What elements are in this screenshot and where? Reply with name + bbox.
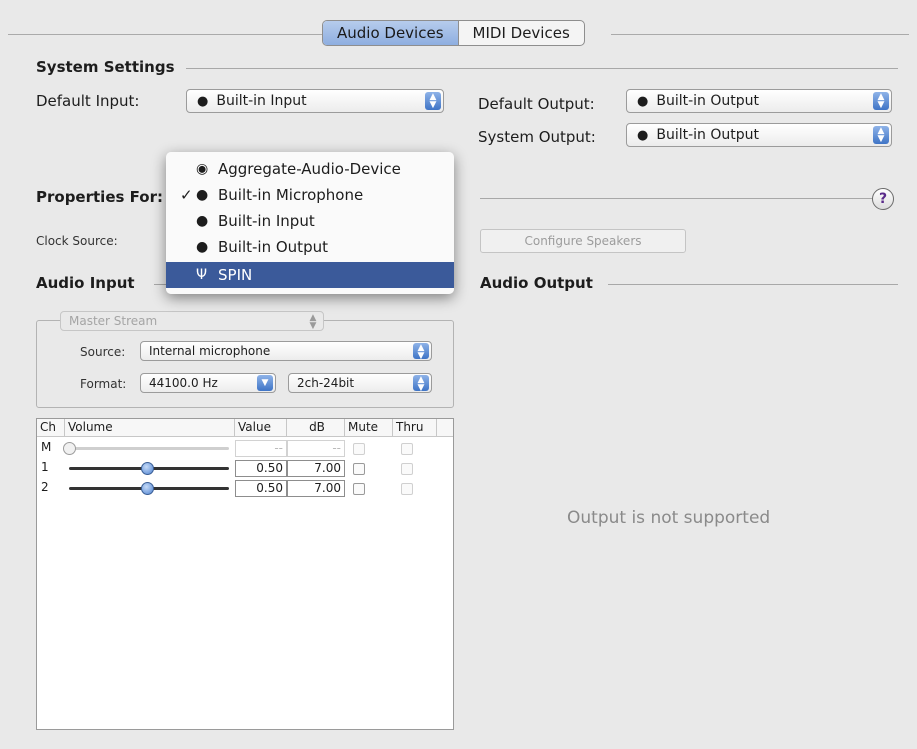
- tab-bar: Audio Devices MIDI Devices: [322, 20, 585, 46]
- db-field: --: [287, 440, 345, 457]
- menu-item-aggregate-audio-device[interactable]: ◉ Aggregate-Audio-Device: [166, 156, 454, 182]
- header-value: Value: [235, 419, 287, 437]
- thru-checkbox: [401, 443, 413, 455]
- volume-slider-knob[interactable]: [141, 462, 154, 475]
- apple-icon: ●: [196, 213, 209, 229]
- mute-checkbox[interactable]: [353, 463, 365, 475]
- table-row: 1 0.50 7.00: [37, 459, 453, 478]
- channel-label: M: [41, 440, 52, 454]
- menu-item-label: Aggregate-Audio-Device: [218, 160, 401, 178]
- apple-icon: ●: [197, 93, 209, 109]
- channel-table: Ch Volume Value dB Mute Thru M -- -- 1 0…: [36, 418, 454, 730]
- header-volume: Volume: [65, 419, 235, 437]
- system-settings-rule: [186, 68, 898, 69]
- chevron-updown-icon: ▲ ▼: [425, 92, 441, 110]
- header-thru: Thru: [393, 419, 437, 437]
- audio-input-group: [36, 320, 454, 408]
- chevron-updown-icon: ▲ ▼: [309, 313, 317, 331]
- menu-item-label: Built-in Microphone: [218, 186, 364, 204]
- properties-for-label: Properties For:: [36, 188, 163, 206]
- volume-slider-knob: [63, 442, 76, 455]
- device-menu: ◉ Aggregate-Audio-Device ✓ ● Built-in Mi…: [166, 152, 454, 294]
- tab-audio-devices[interactable]: Audio Devices: [323, 21, 459, 45]
- bit-format-value: 2ch-24bit: [297, 376, 355, 390]
- audio-input-title: Audio Input: [36, 274, 135, 292]
- source-label: Source:: [80, 345, 126, 359]
- apple-icon: ●: [637, 127, 649, 143]
- audio-output-title: Audio Output: [480, 274, 593, 292]
- help-icon[interactable]: ?: [872, 188, 894, 210]
- header-ch: Ch: [37, 419, 65, 437]
- audio-output-rule: [608, 284, 898, 285]
- table-row: 2 0.50 7.00: [37, 479, 453, 498]
- chevron-updown-icon: ▲ ▼: [873, 92, 889, 110]
- menu-item-built-in-input[interactable]: ● Built-in Input: [166, 208, 454, 234]
- stream-popup[interactable]: Master Stream ▲ ▼: [60, 311, 324, 331]
- checkmark-icon: ✓: [180, 186, 193, 204]
- clock-source-label: Clock Source:: [36, 234, 118, 248]
- header-mute: Mute: [345, 419, 393, 437]
- apple-icon: ●: [196, 187, 209, 203]
- apple-icon: ●: [196, 239, 209, 255]
- chevron-updown-icon: ▲ ▼: [413, 343, 429, 361]
- mute-checkbox: [353, 443, 365, 455]
- properties-rule: [480, 198, 872, 199]
- bit-format-popup[interactable]: 2ch-24bit ▲ ▼: [288, 373, 432, 393]
- menu-item-built-in-output[interactable]: ● Built-in Output: [166, 234, 454, 260]
- value-field[interactable]: 0.50: [235, 480, 287, 497]
- tab-divider-left: [8, 34, 322, 35]
- channel-label: 2: [41, 480, 49, 494]
- aggregate-device-icon: ◉: [196, 161, 209, 177]
- system-settings-title: System Settings: [36, 58, 175, 76]
- default-input-value: Built-in Input: [216, 93, 307, 109]
- default-input-popup[interactable]: ● Built-in Input ▲ ▼: [186, 89, 444, 113]
- value-field: --: [235, 440, 287, 457]
- menu-item-spin[interactable]: Ψ SPIN: [166, 262, 454, 288]
- chevron-updown-icon: ▲ ▼: [413, 375, 429, 393]
- table-header: Ch Volume Value dB Mute Thru: [37, 419, 453, 437]
- format-label: Format:: [80, 377, 127, 391]
- mute-checkbox[interactable]: [353, 483, 365, 495]
- table-row: M -- --: [37, 439, 453, 458]
- apple-icon: ●: [637, 93, 649, 109]
- menu-item-built-in-microphone[interactable]: ✓ ● Built-in Microphone: [166, 182, 454, 208]
- tab-divider-right: [611, 34, 909, 35]
- chevron-down-icon: ▼: [257, 375, 273, 391]
- value-field[interactable]: 0.50: [235, 460, 287, 477]
- thru-checkbox: [401, 463, 413, 475]
- default-output-label: Default Output:: [478, 95, 595, 113]
- system-output-popup[interactable]: ● Built-in Output ▲ ▼: [626, 123, 892, 147]
- thru-checkbox: [401, 483, 413, 495]
- usb-icon: Ψ: [196, 267, 208, 283]
- header-db: dB: [287, 419, 345, 437]
- source-popup[interactable]: Internal microphone ▲ ▼: [140, 341, 432, 361]
- menu-item-label: Built-in Output: [218, 238, 328, 256]
- source-value: Internal microphone: [149, 344, 271, 358]
- channel-label: 1: [41, 460, 49, 474]
- configure-speakers-button[interactable]: Configure Speakers: [480, 229, 686, 253]
- default-output-popup[interactable]: ● Built-in Output ▲ ▼: [626, 89, 892, 113]
- sample-rate-popup[interactable]: 44100.0 Hz ▼: [140, 373, 276, 393]
- db-field[interactable]: 7.00: [287, 480, 345, 497]
- system-output-label: System Output:: [478, 128, 596, 146]
- default-input-label: Default Input:: [36, 92, 140, 110]
- chevron-updown-icon: ▲ ▼: [873, 126, 889, 144]
- default-output-value: Built-in Output: [656, 93, 759, 109]
- volume-slider-track: [69, 447, 229, 450]
- db-field[interactable]: 7.00: [287, 460, 345, 477]
- volume-slider-knob[interactable]: [141, 482, 154, 495]
- system-output-value: Built-in Output: [656, 127, 759, 143]
- stream-value: Master Stream: [69, 314, 158, 328]
- menu-item-label: Built-in Input: [218, 212, 315, 230]
- output-not-supported-message: Output is not supported: [567, 508, 771, 528]
- menu-item-label: SPIN: [218, 266, 253, 284]
- sample-rate-value: 44100.0 Hz: [149, 376, 218, 390]
- tab-midi-devices[interactable]: MIDI Devices: [459, 21, 584, 45]
